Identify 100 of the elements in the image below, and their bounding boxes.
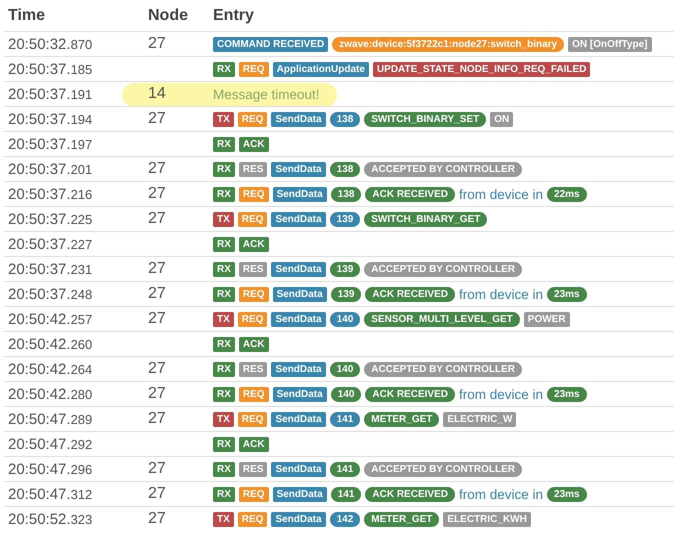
node-cell: 27 [148, 410, 166, 427]
tag-label: SendData [272, 186, 327, 202]
tag-label: SendData [271, 262, 326, 276]
tag-label: TX [213, 512, 234, 526]
time-cell-text: 20:50:37.216 [7, 186, 94, 202]
tag-label: RES [238, 462, 268, 476]
tag-label: RX [213, 336, 235, 352]
node-cell: 14 [148, 85, 166, 102]
tag-label: REQ [238, 512, 268, 526]
tag-label: UPDATE_STATE_NODE_INFO_REQ_FAILED [372, 62, 590, 76]
pill-label: 141 [330, 462, 360, 476]
tag-label: SendData [272, 486, 327, 502]
tag-label: RX [213, 262, 235, 276]
pill-label: 22ms [547, 186, 587, 202]
time-cell-text: 20:50:42.257 [7, 310, 94, 328]
tag-label: REQ [238, 212, 268, 226]
time-cell-text: 20:50:37.185 [7, 60, 94, 78]
pill-label: ACCEPTED BY CONTROLLER [364, 162, 522, 176]
time-cell-text: 20:50:42.264 [7, 360, 94, 378]
tag-label: SendData [271, 162, 326, 176]
tag-label: RX [213, 136, 235, 152]
pill-label: METER_GET [364, 512, 440, 526]
time-cell-text: 20:50:37.231 [7, 260, 94, 278]
tag-label: RX [213, 286, 235, 302]
column-header: Time [7, 6, 46, 24]
node-cell: 27 [148, 310, 166, 327]
pill-label: 139 [330, 212, 360, 226]
tag-label: TX [213, 212, 234, 226]
tag-label: ELECTRIC_W [443, 412, 516, 426]
pill-label: ACK RECEIVED [365, 486, 455, 502]
pill-label: 23ms [547, 286, 587, 302]
pill-label: 139 [330, 262, 360, 276]
pill-label: SWITCH_BINARY_SET [364, 112, 486, 126]
pill-label: ACCEPTED BY CONTROLLER [364, 362, 522, 376]
pill-label: SENSOR_MULTI_LEVEL_GET [364, 312, 520, 326]
pill-label: ACCEPTED BY CONTROLLER [364, 262, 522, 276]
time-cell-text: 20:50:32.870 [7, 36, 94, 52]
time-cell-text: 20:50:37.201 [7, 160, 94, 178]
tag-label: SendData [271, 312, 326, 326]
time-cell-text: 20:50:42.280 [7, 386, 94, 402]
tag-label: REQ [238, 412, 268, 426]
tag-label: REQ [238, 312, 268, 326]
entry-text: from device in [458, 386, 544, 402]
tag-label: SendData [272, 386, 327, 402]
node-cell: 27 [148, 460, 166, 477]
pill-label: 138 [330, 162, 360, 176]
tag-label: REQ [238, 386, 269, 402]
pill-label: 141 [330, 412, 360, 426]
time-cell-text: 20:50:47.296 [7, 460, 94, 478]
tag-label: REQ [238, 186, 269, 202]
pill-label: ACK RECEIVED [365, 186, 455, 202]
tag-label: SendData [271, 462, 326, 476]
tag-label: COMMAND RECEIVED [213, 36, 328, 52]
entry-text: from device in [458, 286, 544, 302]
tag-label: RX [213, 236, 235, 252]
time-cell-text: 20:50:37.197 [7, 136, 94, 152]
time-cell-text: 20:50:37.225 [7, 210, 94, 228]
entry-text: from device in [458, 186, 544, 202]
tag-label: RX [213, 186, 235, 202]
tag-label: SendData [271, 412, 326, 426]
tag-label: REQ [238, 62, 269, 76]
pill-label: SWITCH_BINARY_GET [364, 212, 488, 226]
tag-label: ACK [238, 436, 269, 452]
pill-label: ACK RECEIVED [365, 386, 455, 402]
tag-label: RES [238, 362, 268, 376]
tag-label: REQ [238, 112, 268, 126]
node-cell: 27 [148, 285, 166, 302]
pill-label: ACK RECEIVED [365, 286, 455, 302]
tag-label: REQ [238, 486, 269, 502]
tag-label: RX [213, 362, 235, 376]
pill-label: ACCEPTED BY CONTROLLER [364, 462, 522, 476]
node-cell: 27 [148, 360, 166, 377]
tag-label: SendData [271, 362, 326, 376]
tag-label: ON [OnOffType] [568, 36, 652, 52]
node-cell: 27 [148, 210, 166, 227]
node-cell: 27 [148, 260, 166, 277]
node-cell: 27 [148, 485, 166, 502]
tag-label: RES [238, 262, 268, 276]
time-cell-text: 20:50:47.312 [7, 486, 94, 502]
pill-label: 140 [330, 386, 362, 402]
time-cell-text: 20:50:37.191 [7, 86, 94, 102]
pill-label: 138 [330, 112, 360, 126]
time-cell-text: 20:50:37.194 [7, 110, 94, 128]
message-text: Message timeout! [213, 86, 320, 102]
tag-label: RX [213, 386, 235, 402]
column-header: Node [148, 6, 189, 24]
pill-label: 140 [330, 362, 360, 376]
tag-label: TX [213, 112, 234, 126]
tag-label: RX [213, 462, 235, 476]
node-cell: 27 [148, 510, 166, 527]
tag-label: ACK [238, 336, 269, 352]
tag-label: ACK [238, 236, 269, 252]
tag-label: ApplicationUpdate [272, 62, 369, 76]
time-cell-text: 20:50:42.260 [7, 336, 94, 352]
time-cell-text: 20:50:37.227 [7, 236, 94, 252]
node-cell: 27 [148, 110, 166, 127]
pill-label: 142 [330, 512, 360, 526]
pill-label: METER_GET [364, 412, 440, 426]
pill-label: 138 [330, 186, 362, 202]
tag-label: SendData [271, 512, 326, 526]
